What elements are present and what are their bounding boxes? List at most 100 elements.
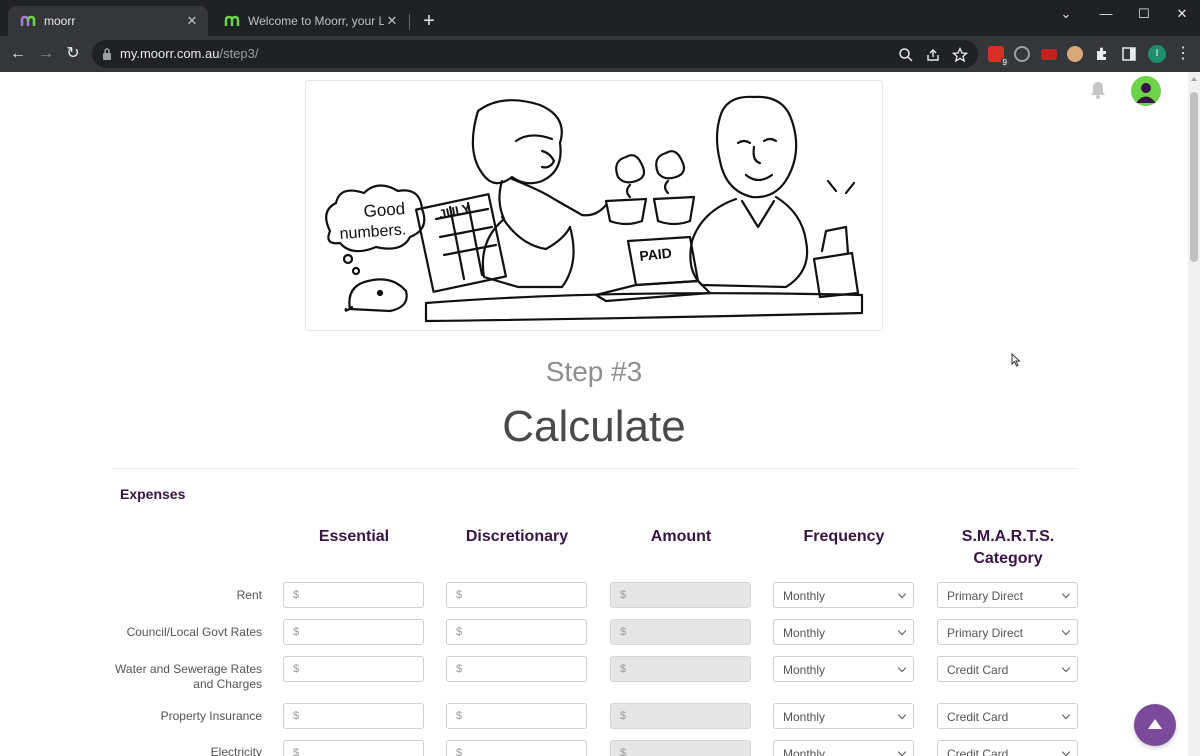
user-avatar-icon: [1136, 83, 1156, 103]
tab-welcome[interactable]: Welcome to Moorr, your Lifestyle by ✕: [212, 6, 408, 36]
video-extension-icon[interactable]: [1041, 49, 1057, 60]
row-label-council-rates: Council/Local Govt Rates: [126, 625, 262, 639]
laptop-text: PAID: [639, 245, 673, 264]
chevron-down-icon: [897, 710, 907, 720]
tab-separator: [409, 14, 410, 30]
new-tab-icon[interactable]: +: [418, 10, 440, 32]
tab-title: Welcome to Moorr, your Lifestyle by: [248, 14, 384, 28]
row-label-rent: Rent: [236, 588, 262, 602]
rent-frequency-select[interactable]: Monthly: [773, 582, 914, 608]
row-label-electricity: Electricity: [210, 745, 262, 756]
column-header-essential: Essential: [318, 528, 390, 545]
url-text: my.moorr.com.au/step3/: [120, 46, 258, 61]
insurance-essential-input[interactable]: $: [283, 703, 424, 729]
electricity-discretionary-input[interactable]: $: [446, 740, 587, 756]
bookmark-star-icon[interactable]: [952, 47, 968, 63]
close-tab-icon[interactable]: ✕: [384, 13, 400, 29]
chevron-down-icon: [1061, 626, 1071, 636]
arrow-up-icon: [1148, 719, 1162, 729]
back-icon[interactable]: ←: [7, 43, 29, 65]
browser-profile-avatar[interactable]: I: [1148, 45, 1166, 63]
rent-category-select[interactable]: Primary Direct: [937, 582, 1078, 608]
select-value: Primary Direct: [947, 589, 1024, 603]
council-category-select[interactable]: Primary Direct: [937, 619, 1078, 645]
moorr-favicon-icon: [20, 15, 36, 26]
zoom-icon[interactable]: [898, 47, 914, 63]
side-panel-icon[interactable]: [1121, 46, 1137, 62]
bell-icon[interactable]: [1088, 80, 1108, 100]
section-divider: [112, 468, 1076, 469]
select-value: Primary Direct: [947, 626, 1024, 640]
insurance-category-select[interactable]: Credit Card: [937, 703, 1078, 729]
tab-moorr[interactable]: moorr ✕: [8, 6, 208, 36]
insurance-amount-field: $: [610, 703, 751, 729]
scroll-up-arrow-icon[interactable]: [1191, 77, 1197, 81]
share-icon[interactable]: [925, 47, 941, 63]
electricity-essential-input[interactable]: $: [283, 740, 424, 756]
council-essential-input[interactable]: $: [283, 619, 424, 645]
forward-icon[interactable]: →: [35, 43, 57, 65]
electricity-frequency-select[interactable]: Monthly: [773, 740, 914, 756]
browser-tabstrip: moorr ✕ Welcome to Moorr, your Lifestyle…: [0, 0, 1200, 36]
chevron-down-icon: [1061, 589, 1071, 599]
chevron-down-icon: [1061, 747, 1071, 756]
calendar-extension-icon[interactable]: 9: [988, 46, 1009, 67]
chevron-down-icon: [1061, 710, 1071, 720]
select-value: Monthly: [783, 589, 826, 603]
select-value: Monthly: [783, 663, 826, 677]
select-value: Credit Card: [947, 710, 1009, 724]
chevron-down-icon: [897, 747, 907, 756]
select-value: Monthly: [783, 626, 826, 640]
chevron-down-icon: [897, 626, 907, 636]
moorr-favicon-icon: [224, 15, 240, 26]
rent-essential-input[interactable]: $: [283, 582, 424, 608]
rent-amount-field: $: [610, 582, 751, 608]
row-label-property-insurance: Property Insurance: [160, 709, 262, 723]
water-discretionary-input[interactable]: $: [446, 656, 587, 682]
column-header-smarts-category: S.M.A.R.T.S. Category: [961, 528, 1055, 567]
column-header-frequency: Frequency: [803, 528, 885, 545]
insurance-discretionary-input[interactable]: $: [446, 703, 587, 729]
council-amount-field: $: [610, 619, 751, 645]
select-value: Monthly: [783, 710, 826, 724]
maximize-icon[interactable]: ☐: [1124, 4, 1164, 24]
avatar-extension-icon[interactable]: [1067, 46, 1083, 62]
address-bar[interactable]: my.moorr.com.au/step3/: [92, 40, 978, 68]
insurance-frequency-select[interactable]: Monthly: [773, 703, 914, 729]
select-value: Credit Card: [947, 663, 1009, 677]
council-frequency-select[interactable]: Monthly: [773, 619, 914, 645]
close-tab-icon[interactable]: ✕: [184, 13, 200, 29]
url-host: my.moorr.com.au: [120, 46, 220, 61]
mouse-cursor-icon: [1011, 353, 1021, 367]
row-label-water-sewerage: Water and Sewerage Rates and Charges: [115, 662, 262, 691]
step-label: Step #3: [545, 356, 643, 387]
shield-extension-icon[interactable]: [1014, 46, 1030, 62]
water-frequency-select[interactable]: Monthly: [773, 656, 914, 682]
thought-bubble-text-line1: Good: [363, 199, 406, 221]
browser-menu-icon[interactable]: ⋮: [1174, 44, 1192, 64]
step-illustration: Good numbers. JULY PAID: [305, 80, 883, 331]
electricity-amount-field: $: [610, 740, 751, 756]
rent-discretionary-input[interactable]: $: [446, 582, 587, 608]
scroll-to-top-button[interactable]: [1134, 704, 1176, 746]
electricity-category-select[interactable]: Credit Card: [937, 740, 1078, 756]
reload-icon[interactable]: ↻: [62, 43, 84, 65]
browser-toolbar: ← → ↻ my.moorr.com.au/step3/ 9 I ⋮: [0, 36, 1200, 72]
water-category-select[interactable]: Credit Card: [937, 656, 1078, 682]
tab-title: moorr: [44, 14, 76, 28]
chevron-down-icon: [897, 589, 907, 599]
user-avatar[interactable]: [1131, 76, 1161, 106]
council-discretionary-input[interactable]: $: [446, 619, 587, 645]
page-scrollbar[interactable]: [1188, 72, 1200, 756]
page-content: Good numbers. JULY PAID Step #3 Calculat…: [0, 72, 1188, 756]
expenses-section-title: Expenses: [120, 486, 186, 502]
tab-search-chevron-icon[interactable]: ⌄: [1046, 4, 1086, 24]
page-title: Calculate: [502, 402, 686, 451]
extensions-puzzle-icon[interactable]: [1094, 46, 1110, 62]
water-essential-input[interactable]: $: [283, 656, 424, 682]
column-header-discretionary: Discretionary: [465, 528, 569, 545]
scrollbar-thumb[interactable]: [1190, 92, 1198, 262]
close-window-icon[interactable]: ✕: [1162, 4, 1200, 24]
minimize-icon[interactable]: —: [1086, 4, 1126, 24]
url-path: /step3/: [219, 46, 259, 61]
